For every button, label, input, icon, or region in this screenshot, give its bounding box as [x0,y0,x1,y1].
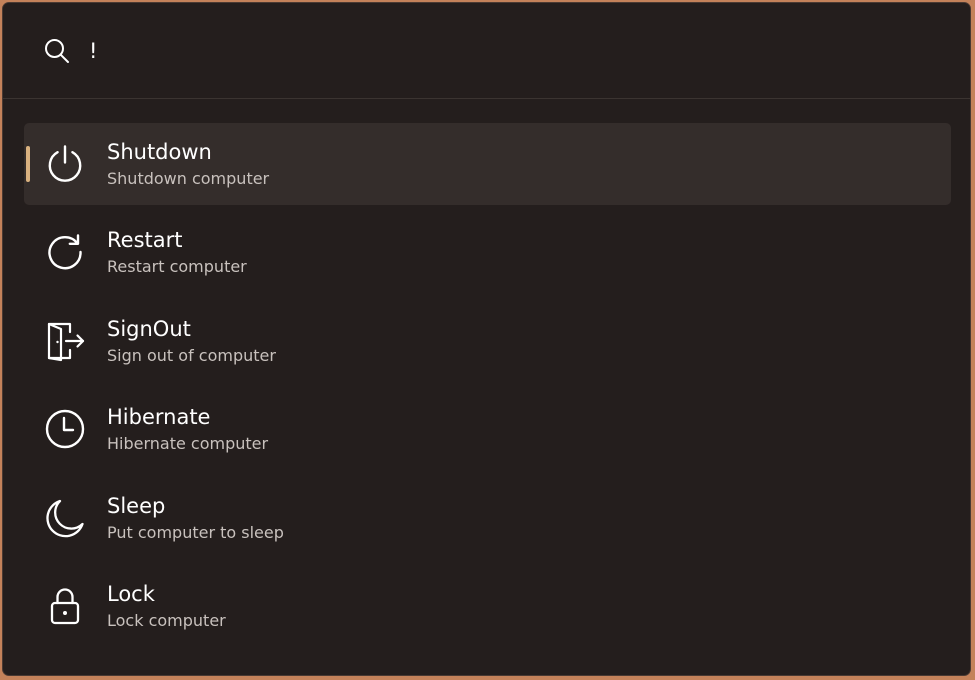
result-item-hibernate[interactable]: Hibernate Hibernate computer [24,388,951,470]
selection-indicator [26,146,30,182]
result-title: Lock [107,581,155,606]
result-subtitle: Put computer to sleep [107,522,284,542]
launcher-window: Shutdown Shutdown computer Restart Resta… [2,2,971,676]
search-bar [3,3,970,99]
result-title: Hibernate [107,405,211,430]
result-title: Shutdown [107,140,212,164]
search-input[interactable] [87,31,929,71]
result-item-shutdown[interactable]: Shutdown Shutdown computer [24,123,951,205]
moon-icon [44,497,86,539]
result-title: SignOut [107,316,191,341]
results-list: Shutdown Shutdown computer Restart Resta… [24,123,951,653]
result-subtitle: Hibernate computer [107,434,269,454]
result-item-lock[interactable]: Lock Lock computer [24,565,951,647]
restart-icon [44,231,86,273]
search-icon [43,37,71,65]
result-item-signout[interactable]: SignOut Sign out of computer [24,300,951,382]
sign-out-icon [44,320,86,362]
result-subtitle: Shutdown computer [107,169,270,188]
result-subtitle: Restart computer [107,257,247,277]
power-icon [44,143,86,185]
clock-icon [44,408,86,450]
result-subtitle: Sign out of computer [107,345,276,365]
result-item-restart[interactable]: Restart Restart computer [24,211,951,293]
result-item-sleep[interactable]: Sleep Put computer to sleep [24,477,951,559]
result-subtitle: Lock computer [107,610,226,630]
result-title: Sleep [107,493,166,518]
result-title: Restart [107,228,183,253]
lock-icon [44,585,86,627]
